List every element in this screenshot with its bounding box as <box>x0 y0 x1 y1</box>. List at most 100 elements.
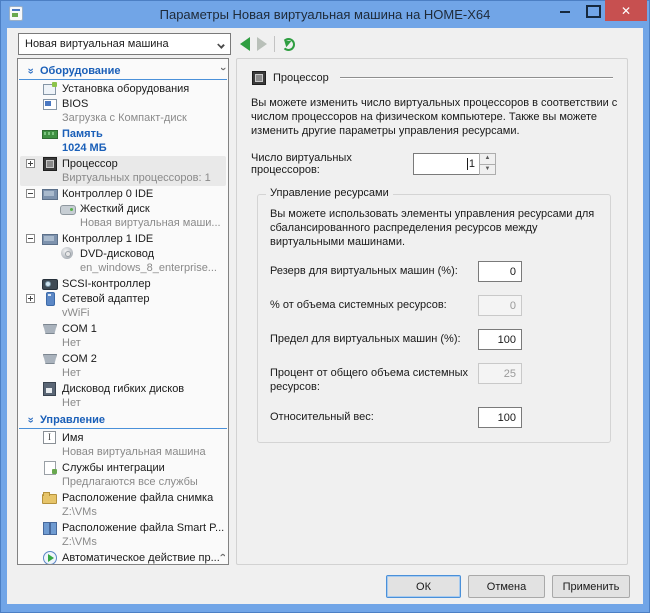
sidebar-section-hardware[interactable]: » Оборудование <box>19 63 227 80</box>
sidebar-item-processor[interactable]: Процессор Виртуальных процессоров: 1 <box>20 156 226 186</box>
sidebar-item-label: Имя <box>62 431 84 444</box>
hardware-list[interactable]: › › » Оборудование Установка оборудования B… <box>17 58 229 565</box>
panel-header: Процессор <box>251 71 613 85</box>
maximize-button[interactable] <box>579 0 605 20</box>
field-input-reserve[interactable]: 0 <box>478 261 522 282</box>
sidebar-item-name[interactable]: Имя Новая виртуальная машина <box>20 430 226 460</box>
sidebar-item-floppy[interactable]: Дисковод гибких дисков Нет <box>20 381 226 411</box>
sidebar-item-subtext: Новая виртуальная машина <box>62 446 206 458</box>
collapse-chevron-icon: » <box>24 67 37 75</box>
toolbar-separator <box>274 36 275 52</box>
sidebar-item-scsi-controller[interactable]: SCSI-контроллер <box>20 276 226 291</box>
sidebar-item-com1[interactable]: COM 1 Нет <box>20 321 226 351</box>
sidebar-item-smart-paging-location[interactable]: Расположение файла Smart P... Z:\VMs <box>20 520 226 550</box>
cpu-count-value[interactable]: 1 <box>413 153 479 175</box>
section-label: Управление <box>40 414 106 426</box>
group-description: Вы можете использовать элементы управлен… <box>270 208 595 248</box>
field-row-reserve-percent-total: % от объема системных ресурсов: 0 <box>270 295 598 316</box>
field-input-limit[interactable]: 100 <box>478 329 522 350</box>
section-label: Оборудование <box>40 65 121 77</box>
network-icon <box>42 292 57 306</box>
sidebar-item-subtext: Предлагаются все службы <box>62 476 198 488</box>
sidebar-item-label: Дисковод гибких дисков <box>62 382 185 395</box>
expand-toggle[interactable] <box>26 159 35 168</box>
field-label-limit: Предел для виртуальных машин (%): <box>270 333 461 345</box>
sidebar-item-label: SCSI-контроллер <box>62 277 151 290</box>
sidebar-item-integration-services[interactable]: Службы интеграции Предлагаются все службы <box>20 460 226 490</box>
sidebar-item-label: Память <box>62 127 103 140</box>
sidebar-item-bios[interactable]: BIOS Загрузка с Компакт-диск <box>20 96 226 126</box>
collapse-chevron-icon: » <box>24 416 37 424</box>
field-input-reserve-percent-total: 0 <box>478 295 522 316</box>
sidebar-item-label: COM 1 <box>62 322 97 335</box>
collapse-toggle[interactable] <box>26 189 35 198</box>
expand-toggle[interactable] <box>26 294 35 303</box>
controller-icon <box>42 232 58 245</box>
sidebar-item-memory[interactable]: Память 1024 МБ <box>20 126 226 156</box>
dialog-footer: ОК Отмена Применить <box>386 575 630 598</box>
chevron-down-icon <box>217 41 225 49</box>
apply-button[interactable]: Применить <box>552 575 630 598</box>
field-row-relative-weight: Относительный вес: 100 <box>270 407 598 428</box>
sidebar-item-hard-disk[interactable]: Жесткий диск Новая виртуальная маши... <box>20 201 226 231</box>
panel-title: Процессор <box>273 71 329 84</box>
cpu-count-stepper[interactable]: 1 ▲ ▼ <box>413 153 496 175</box>
text-caret <box>466 158 468 170</box>
sidebar-item-label: COM 2 <box>62 352 97 365</box>
sidebar-item-label: BIOS <box>62 97 89 110</box>
field-label-reserve: Резерв для виртуальных машин (%): <box>270 265 458 277</box>
spin-down-button[interactable]: ▼ <box>480 164 495 174</box>
sidebar-item-ide-controller-0[interactable]: Контроллер 0 IDE <box>20 186 226 201</box>
app-icon <box>9 6 23 21</box>
titlebar: Параметры Новая виртуальная машина на HO… <box>0 0 650 28</box>
cpu-count-label: Число виртуальных процессоров: <box>251 152 352 176</box>
sidebar-item-network-adapter[interactable]: Сетевой адаптер vWiFi <box>20 291 226 321</box>
controller-icon <box>42 187 58 200</box>
field-label-relative-weight: Относительный вес: <box>270 411 374 423</box>
sidebar-item-label: Расположение файла Smart P... <box>62 521 225 534</box>
minimize-button[interactable] <box>553 0 579 20</box>
sidebar-item-subtext: Нет <box>62 397 81 409</box>
cancel-button[interactable]: Отмена <box>468 575 545 598</box>
floppy-icon <box>42 382 57 396</box>
sidebar-item-snapshot-location[interactable]: Расположение файла снимка Z:\VMs <box>20 490 226 520</box>
sidebar-item-subtext: Новая виртуальная маши... <box>80 217 221 229</box>
group-fields: Резерв для виртуальных машин (%): 0% от о… <box>270 261 598 428</box>
field-label-reserve-percent-total: % от объема системных ресурсов: <box>270 299 447 311</box>
vm-selector-value: Новая виртуальная машина <box>25 38 169 50</box>
refresh-icon[interactable] <box>282 37 295 51</box>
close-button[interactable]: ✕ <box>605 0 647 21</box>
sidebar-item-label: Установка оборудования <box>62 82 190 95</box>
scroll-down-button[interactable]: › <box>217 550 228 560</box>
vm-selector-dropdown[interactable]: Новая виртуальная машина <box>18 33 231 55</box>
scsi-icon <box>42 277 58 290</box>
memory-icon <box>42 127 58 140</box>
field-label-limit-percent-total: Процент от общего объема системных ресур… <box>270 367 468 393</box>
field-row-limit: Предел для виртуальных машин (%): 100 <box>270 329 598 350</box>
sidebar-item-label: Службы интеграции <box>62 461 165 474</box>
sidebar-item-com2[interactable]: COM 2 Нет <box>20 351 226 381</box>
ok-button[interactable]: ОК <box>386 575 461 598</box>
sidebar-item-add-hardware[interactable]: Установка оборудования <box>20 81 226 96</box>
sidebar-item-subtext: Z:\VMs <box>62 536 97 548</box>
back-button-icon[interactable] <box>240 37 250 51</box>
sidebar-item-label: Контроллер 0 IDE <box>62 187 154 200</box>
bios-icon <box>42 97 57 110</box>
dialog-body: Новая виртуальная машина › › » Оборудован… <box>7 28 643 604</box>
sidebar-item-auto-action[interactable]: Автоматическое действие пр...Перезапусти… <box>20 550 226 564</box>
field-row-reserve: Резерв для виртуальных машин (%): 0 <box>270 261 598 282</box>
integration-icon <box>42 461 57 475</box>
com-icon <box>42 322 57 335</box>
sidebar-item-label: Контроллер 1 IDE <box>62 232 154 245</box>
sidebar-section-management[interactable]: » Управление <box>19 412 227 429</box>
sidebar-item-dvd-drive[interactable]: DVD-дисковод en_windows_8_enterprise... <box>20 246 226 276</box>
scroll-up-button[interactable]: › <box>217 64 228 74</box>
forward-button-icon <box>257 37 267 51</box>
sidebar-item-label: Сетевой адаптер <box>62 292 150 305</box>
snapshot-icon <box>42 491 57 504</box>
spin-up-button[interactable]: ▲ <box>480 154 495 165</box>
collapse-toggle[interactable] <box>26 234 35 243</box>
sidebar-item-label: Автоматическое действие пр... <box>62 551 220 564</box>
sidebar-item-ide-controller-1[interactable]: Контроллер 1 IDE <box>20 231 226 246</box>
field-input-relative-weight[interactable]: 100 <box>478 407 522 428</box>
